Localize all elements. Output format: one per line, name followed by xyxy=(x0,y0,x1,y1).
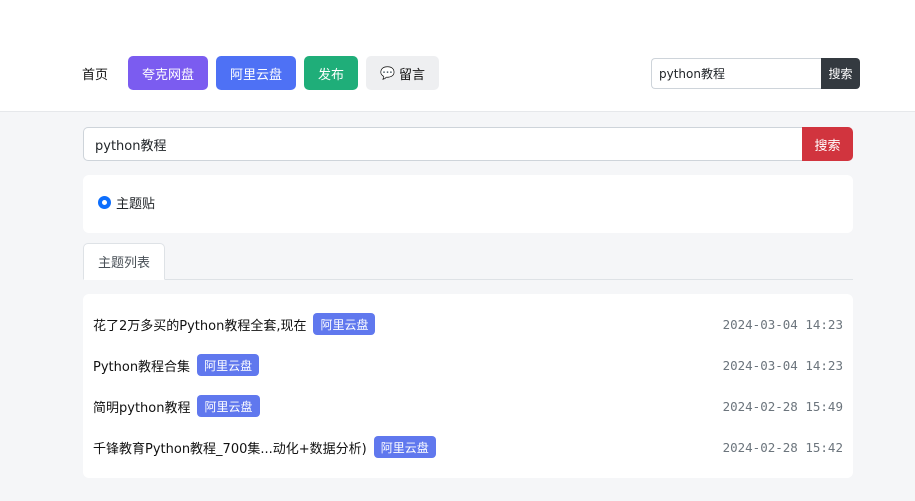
list-item: 花了2万多买的Python教程全套,现在 阿里云盘 2024-03-04 14:… xyxy=(93,312,843,336)
publish-button[interactable]: 发布 xyxy=(304,56,359,90)
aliyun-drive-button[interactable]: 阿里云盘 xyxy=(216,56,297,90)
message-button-label: 留言 xyxy=(399,67,426,83)
header-search-button[interactable]: 搜索 xyxy=(821,58,860,89)
nav-home-link[interactable]: 首页 xyxy=(80,64,110,83)
filter-card: 主题贴 xyxy=(83,175,853,233)
post-tag[interactable]: 阿里云盘 xyxy=(313,313,376,335)
post-title[interactable]: 花了2万多买的Python教程全套,现在 xyxy=(93,315,306,334)
list-item: 简明python教程 阿里云盘 2024-02-28 15:49 xyxy=(93,394,843,418)
post-title[interactable]: 简明python教程 xyxy=(93,397,190,416)
post-date: 2024-03-04 14:23 xyxy=(722,357,843,373)
topic-post-radio-label: 主题贴 xyxy=(116,197,156,212)
main-nav: 首页 夸克网盘 阿里云盘 发布 💬 留言 xyxy=(80,56,440,90)
post-date: 2024-02-28 15:49 xyxy=(722,398,843,414)
post-date: 2024-02-28 15:42 xyxy=(722,439,843,455)
message-button[interactable]: 💬 留言 xyxy=(366,56,440,90)
tab-topic-list[interactable]: 主题列表 xyxy=(83,243,166,280)
post-title[interactable]: 千锋教育Python教程_700集...动化+数据分析) xyxy=(93,438,367,457)
post-date: 2024-03-04 14:23 xyxy=(722,316,843,332)
main-search-button[interactable]: 搜索 xyxy=(802,127,853,161)
main-search-input[interactable] xyxy=(83,127,802,161)
radio-checked-icon[interactable] xyxy=(98,196,111,209)
topic-post-radio[interactable]: 主题贴 xyxy=(98,193,155,212)
chat-bubble-icon: 💬 xyxy=(380,66,396,80)
post-list: 花了2万多买的Python教程全套,现在 阿里云盘 2024-03-04 14:… xyxy=(83,294,853,478)
quark-drive-button[interactable]: 夸克网盘 xyxy=(128,56,209,90)
post-tag[interactable]: 阿里云盘 xyxy=(197,354,260,376)
post-tag[interactable]: 阿里云盘 xyxy=(197,395,260,417)
tab-bar: 主题列表 xyxy=(83,243,853,280)
top-navbar: 首页 夸克网盘 阿里云盘 发布 💬 留言 搜索 xyxy=(0,0,915,112)
main-search: 搜索 xyxy=(83,127,853,161)
header-search-input[interactable] xyxy=(651,58,821,89)
post-tag[interactable]: 阿里云盘 xyxy=(373,436,436,458)
post-title[interactable]: Python教程合集 xyxy=(93,356,190,375)
header-search: 搜索 xyxy=(651,58,860,89)
list-item: Python教程合集 阿里云盘 2024-03-04 14:23 xyxy=(93,353,843,377)
list-item: 千锋教育Python教程_700集...动化+数据分析) 阿里云盘 2024-0… xyxy=(93,435,843,459)
